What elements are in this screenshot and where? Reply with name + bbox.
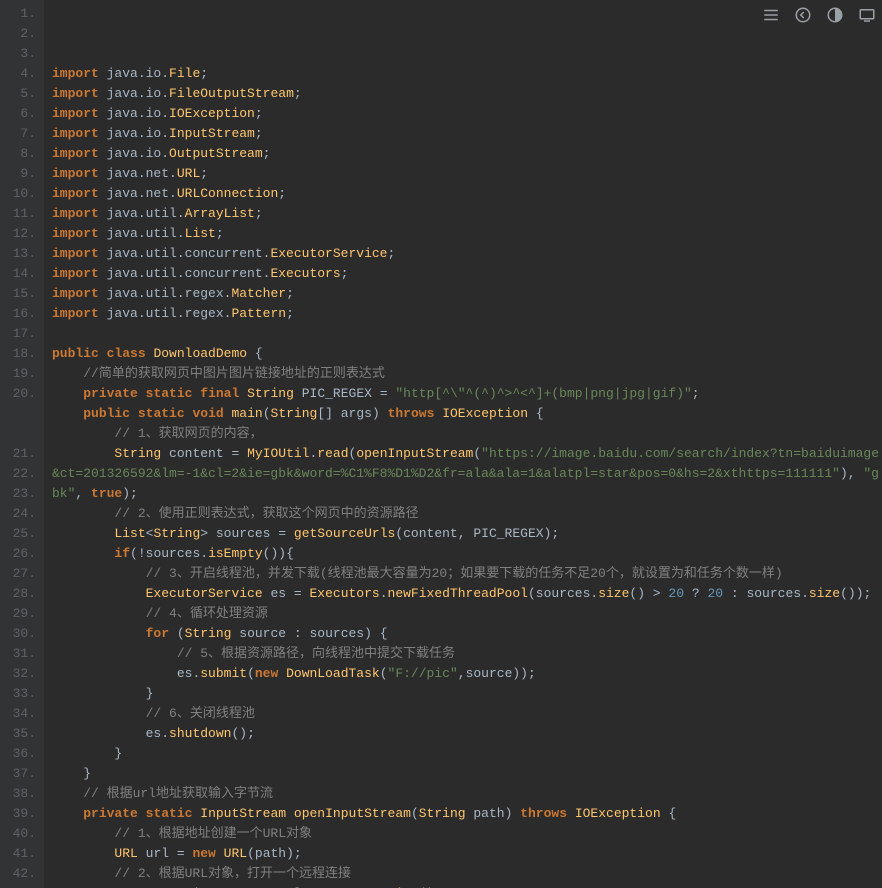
line-gutter: 1.2.3.4.5.6.7.8.9.10.11.12.13.14.15.16.1… [0, 0, 44, 888]
code-line[interactable]: es.shutdown(); [52, 724, 882, 744]
list-icon[interactable] [762, 6, 780, 31]
code-line[interactable]: import java.io.FileOutputStream; [52, 84, 882, 104]
code-line[interactable]: if(!sources.isEmpty()){ [52, 544, 882, 564]
code-line[interactable]: // 2、使用正则表达式，获取这个网页中的资源路径 [52, 504, 882, 524]
code-line[interactable]: import java.util.concurrent.Executors; [52, 264, 882, 284]
code-line[interactable]: URLConnection conn = url.openConnection(… [52, 884, 882, 888]
code-line[interactable]: for (String source : sources) { [52, 624, 882, 644]
code-line[interactable]: String content = MyIOUtil.read(openInput… [52, 444, 882, 504]
code-line[interactable]: import java.net.URLConnection; [52, 184, 882, 204]
editor-toolbar [762, 6, 876, 31]
code-line[interactable]: import java.net.URL; [52, 164, 882, 184]
code-line[interactable]: ExecutorService es = Executors.newFixedT… [52, 584, 882, 604]
code-line[interactable]: // 4、循环处理资源 [52, 604, 882, 624]
screen-icon[interactable] [858, 6, 876, 31]
code-line[interactable]: private static final String PIC_REGEX = … [52, 384, 882, 404]
code-line[interactable]: import java.util.List; [52, 224, 882, 244]
code-line[interactable]: import java.util.concurrent.ExecutorServ… [52, 244, 882, 264]
code-line[interactable]: // 2、根据URL对象，打开一个远程连接 [52, 864, 882, 884]
code-line[interactable]: URL url = new URL(path); [52, 844, 882, 864]
back-icon[interactable] [794, 6, 812, 31]
code-line[interactable]: import java.util.ArrayList; [52, 204, 882, 224]
code-line[interactable]: public static void main(String[] args) t… [52, 404, 882, 424]
code-line[interactable]: // 1、根据地址创建一个URL对象 [52, 824, 882, 844]
code-line[interactable]: import java.io.IOException; [52, 104, 882, 124]
code-line[interactable]: // 1、获取网页的内容， [52, 424, 882, 444]
code-line[interactable]: es.submit(new DownLoadTask("F://pic",sou… [52, 664, 882, 684]
code-line[interactable]: public class DownloadDemo { [52, 344, 882, 364]
code-line[interactable]: } [52, 684, 882, 704]
code-line[interactable]: import java.util.regex.Matcher; [52, 284, 882, 304]
code-line[interactable]: //简单的获取网页中图片图片链接地址的正则表达式 [52, 364, 882, 384]
code-line[interactable]: import java.util.regex.Pattern; [52, 304, 882, 324]
code-line[interactable]: } [52, 744, 882, 764]
code-line[interactable] [52, 324, 882, 344]
code-area[interactable]: import java.io.File;import java.io.FileO… [44, 0, 882, 888]
code-line[interactable]: // 5、根据资源路径，向线程池中提交下载任务 [52, 644, 882, 664]
code-line[interactable]: } [52, 764, 882, 784]
code-line[interactable]: import java.io.File; [52, 64, 882, 84]
code-line[interactable]: List<String> sources = getSourceUrls(con… [52, 524, 882, 544]
code-line[interactable]: // 6、关闭线程池 [52, 704, 882, 724]
contrast-icon[interactable] [826, 6, 844, 31]
code-editor: 1.2.3.4.5.6.7.8.9.10.11.12.13.14.15.16.1… [0, 0, 882, 888]
code-line[interactable]: // 3、开启线程池，并发下载(线程池最大容量为20；如果要下载的任务不足20个… [52, 564, 882, 584]
code-line[interactable]: import java.io.InputStream; [52, 124, 882, 144]
code-line[interactable]: import java.io.OutputStream; [52, 144, 882, 164]
code-line[interactable]: private static InputStream openInputStre… [52, 804, 882, 824]
code-line[interactable]: // 根据url地址获取输入字节流 [52, 784, 882, 804]
